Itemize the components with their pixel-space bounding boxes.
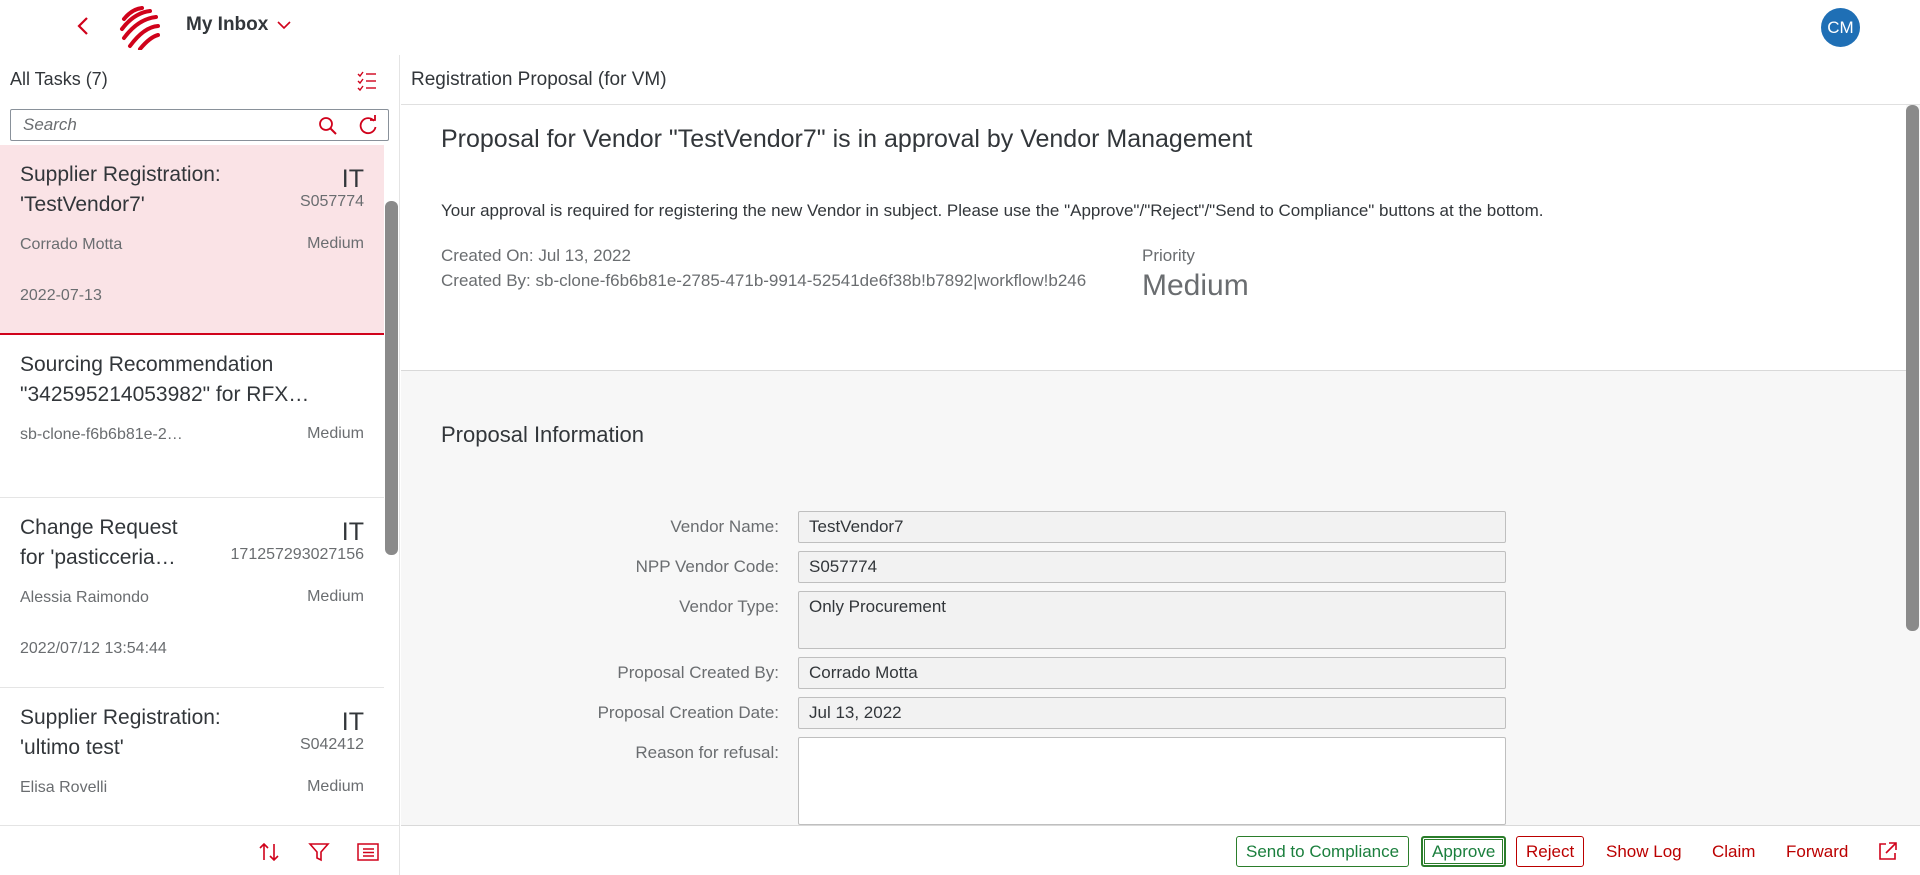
item-attribute: Elisa Rovelli (20, 779, 108, 796)
list-item[interactable]: Supplier Registration: 'TestVendor7' IT … (0, 145, 384, 335)
multi-select-icon[interactable] (356, 70, 378, 92)
item-attribute: Corrado Motta (20, 236, 123, 253)
item-number-unit: S042412 (299, 736, 364, 753)
task-list: Supplier Registration: 'TestVendor7' IT … (0, 145, 384, 825)
item-attribute: Alessia Raimondo (20, 589, 149, 606)
item-number: IT (341, 165, 364, 193)
proposal-created-by-label: Proposal Created By: (617, 663, 779, 682)
claim-button[interactable]: Claim (1703, 836, 1764, 867)
task-description: Your approval is required for registerin… (441, 201, 1544, 220)
reason-for-refusal-textarea[interactable] (798, 737, 1506, 825)
shell-bar: My Inbox CM (0, 0, 1920, 55)
search-input[interactable] (23, 111, 313, 139)
item-title-line2: for 'pasticceria… (20, 546, 176, 569)
send-to-compliance-button[interactable]: Send to Compliance (1236, 836, 1410, 867)
task-master-pane: All Tasks (7) Supplier Registration: 'Te… (0, 55, 400, 875)
reject-button[interactable]: Reject (1516, 836, 1585, 867)
vendor-type-label: Vendor Type: (679, 597, 779, 616)
created-on: Created On: Jul 13, 2022 (441, 246, 631, 265)
company-logo (118, 5, 160, 51)
refresh-icon[interactable] (357, 115, 379, 137)
proposal-created-by-field[interactable]: Corrado Motta (798, 657, 1506, 689)
task-heading: Proposal for Vendor "TestVendor7" is in … (441, 125, 1253, 153)
chevron-down-icon (277, 21, 291, 30)
item-number-unit: 171257293027156 (230, 546, 364, 563)
item-title-line1: Change Request (20, 516, 178, 539)
app-title: My Inbox (186, 14, 269, 35)
search-field (10, 109, 389, 141)
item-priority: Medium (307, 425, 364, 442)
proposal-creation-date-label: Proposal Creation Date: (597, 703, 779, 722)
item-title-line2: 'ultimo test' (20, 736, 124, 759)
vendor-type-field[interactable]: Only Procurement (798, 591, 1506, 649)
detail-footer-toolbar: Send to Compliance Approve Reject Show L… (401, 825, 1920, 875)
master-footer (0, 825, 400, 875)
inbox-title-menu[interactable]: My Inbox (186, 14, 292, 36)
item-priority: Medium (307, 778, 364, 795)
item-date: 2022-07-13 (20, 287, 102, 304)
detail-scrollbar[interactable] (1906, 105, 1919, 631)
open-external-icon[interactable] (1877, 840, 1899, 862)
item-priority: Medium (307, 588, 364, 605)
list-item[interactable]: Supplier Registration: 'ultimo test' IT … (0, 688, 384, 825)
avatar-initials: CM (1827, 17, 1854, 37)
show-log-button[interactable]: Show Log (1597, 836, 1691, 867)
forward-button[interactable]: Forward (1777, 836, 1857, 867)
item-title-line2: "342595214053982" for RFX… (20, 383, 310, 406)
reason-for-refusal-label: Reason for refusal: (635, 743, 779, 762)
master-title: All Tasks (7) (10, 69, 108, 89)
detail-header-title: Registration Proposal (for VM) (411, 69, 667, 90)
item-title-line1: Supplier Registration: (20, 706, 221, 729)
npp-code-label: NPP Vendor Code: (635, 557, 779, 576)
master-header: All Tasks (7) (0, 55, 399, 105)
vendor-name-label: Vendor Name: (670, 517, 779, 536)
search-icon[interactable] (317, 115, 339, 137)
group-icon[interactable] (356, 840, 380, 864)
item-title-line2: 'TestVendor7' (20, 193, 145, 216)
item-number: IT (341, 518, 364, 546)
section-title: Proposal Information (441, 422, 644, 447)
priority-value: Medium (1142, 269, 1249, 302)
filter-icon[interactable] (307, 840, 331, 864)
task-detail-pane: Registration Proposal (for VM) Proposal … (401, 55, 1920, 875)
sort-icon[interactable] (257, 840, 281, 864)
item-title-line1: Sourcing Recommendation (20, 353, 274, 376)
approve-button[interactable]: Approve (1421, 836, 1507, 867)
user-avatar[interactable]: CM (1821, 8, 1860, 47)
object-header: Proposal for Vendor "TestVendor7" is in … (401, 105, 1906, 371)
master-scrollbar[interactable] (385, 201, 398, 555)
priority-label: Priority (1142, 246, 1195, 265)
list-item[interactable]: Sourcing Recommendation "342595214053982… (0, 335, 384, 498)
vendor-name-field[interactable]: TestVendor7 (798, 511, 1506, 543)
list-item[interactable]: Change Request for 'pasticceria… IT 1712… (0, 498, 384, 688)
detail-header: Registration Proposal (for VM) (401, 55, 1920, 105)
item-title-line1: Supplier Registration: (20, 163, 221, 186)
item-priority: Medium (307, 235, 364, 252)
back-arrow-icon[interactable] (72, 14, 96, 38)
item-attribute: sb-clone-f6b6b81e-2… (20, 426, 183, 443)
npp-code-field[interactable]: S057774 (798, 551, 1506, 583)
item-number: IT (341, 708, 364, 736)
created-by: Created By: sb-clone-f6b6b81e-2785-471b-… (441, 271, 1087, 290)
item-number-unit: S057774 (299, 193, 364, 210)
item-date: 2022/07/12 13:54:44 (20, 640, 167, 657)
proposal-creation-date-field[interactable]: Jul 13, 2022 (798, 697, 1506, 729)
